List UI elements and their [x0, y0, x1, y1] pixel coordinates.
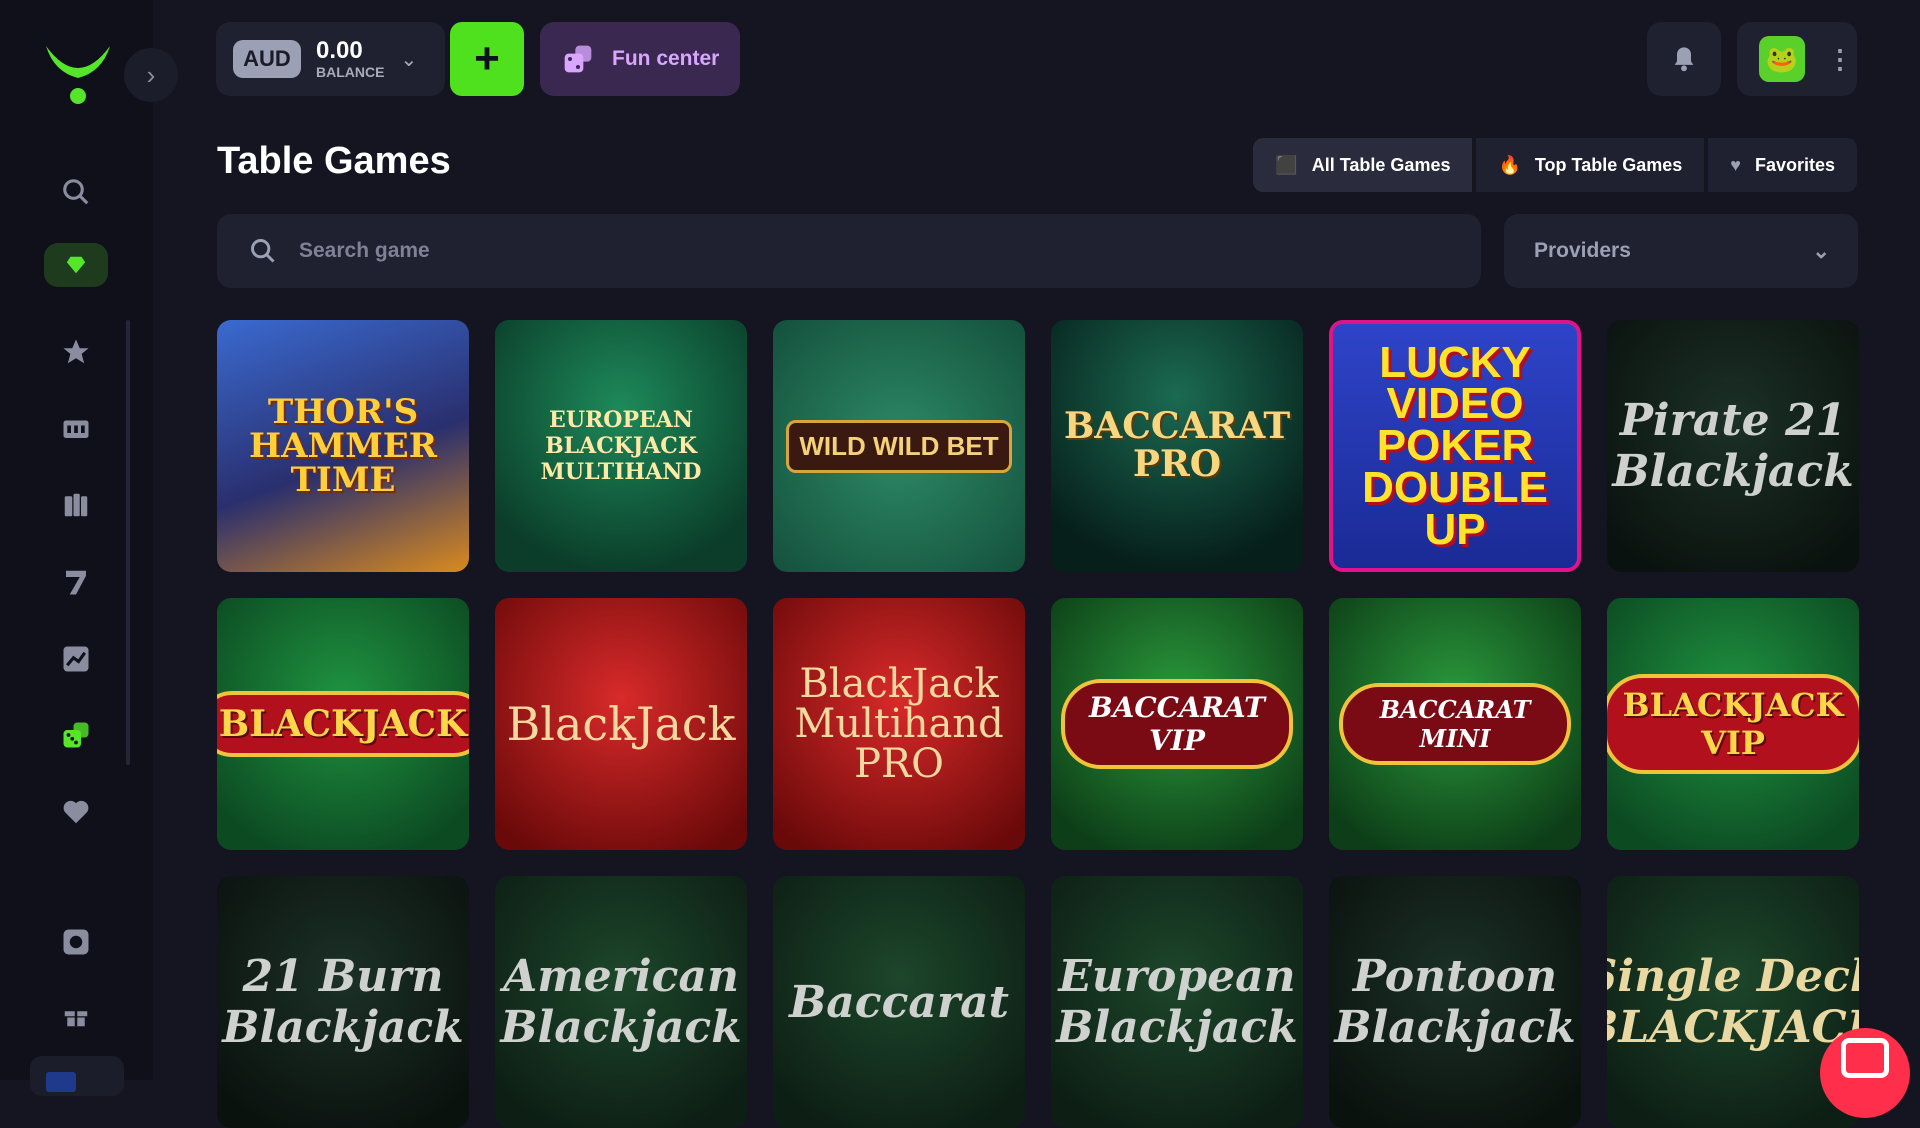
currency-badge: AUD	[233, 40, 301, 78]
game-tile[interactable]: Baccarat	[773, 876, 1025, 1128]
game-tile[interactable]: Pirate 21 Blackjack	[1607, 320, 1859, 572]
ball-icon[interactable]	[44, 920, 108, 964]
dice-icon: ⬛	[1275, 154, 1298, 175]
tab-top-table-games[interactable]: 🔥 Top Table Games	[1476, 138, 1705, 192]
gift-icon[interactable]	[44, 993, 108, 1037]
game-tile[interactable]: BACCARAT VIP	[1051, 598, 1303, 850]
page-title: Table Games	[217, 140, 451, 182]
deposit-button[interactable]: +	[450, 22, 524, 96]
logo-icon[interactable]	[42, 38, 114, 110]
search-input[interactable]	[299, 239, 1399, 263]
flame-icon: 🔥	[1498, 154, 1521, 175]
chart-icon[interactable]	[44, 637, 108, 681]
game-tile[interactable]: BLACKJACK VIP	[1607, 598, 1859, 850]
fun-center-button[interactable]: Fun center	[540, 22, 740, 96]
game-tile[interactable]: 21 Burn Blackjack	[217, 876, 469, 1128]
sidebar-toggle-button[interactable]: ›	[124, 48, 178, 102]
flag-icon	[46, 1072, 76, 1092]
bell-icon	[1674, 47, 1694, 72]
providers-label: Providers	[1534, 239, 1631, 262]
fun-center-label: Fun center	[612, 47, 720, 70]
gem-icon[interactable]	[44, 243, 108, 287]
game-tile[interactable]: EUROPEAN BLACKJACK MULTIHAND	[495, 320, 747, 572]
game-tile[interactable]: Single Deck BLACKJACK	[1607, 876, 1859, 1128]
filter-tabs: ⬛ All Table Games 🔥 Top Table Games ♥ Fa…	[1253, 138, 1857, 192]
search-icon	[251, 239, 275, 263]
language-selector[interactable]	[30, 1056, 124, 1096]
game-grid: THOR'S HAMMER TIME EUROPEAN BLACKJACK MU…	[217, 320, 1859, 1128]
tab-all-table-games[interactable]: ⬛ All Table Games	[1253, 138, 1473, 192]
dice-icon[interactable]	[44, 713, 108, 757]
game-tile[interactable]: LUCKY VIDEO POKER DOUBLE UP	[1329, 320, 1581, 572]
avatar[interactable]: 🐸	[1759, 36, 1805, 82]
slot-machine-icon[interactable]	[44, 406, 108, 450]
game-tile[interactable]: THOR'S HAMMER TIME	[217, 320, 469, 572]
game-tile[interactable]: Pontoon Blackjack	[1329, 876, 1581, 1128]
sidebar	[0, 0, 153, 1096]
chat-button[interactable]	[1820, 1028, 1910, 1118]
balance-selector[interactable]: AUD 0.00 BALANCE ⌄	[216, 22, 445, 96]
game-tile[interactable]: WILD WILD BET	[773, 320, 1025, 572]
chevron-down-icon: ⌄	[400, 48, 418, 71]
notifications-button[interactable]	[1647, 22, 1721, 96]
profile-menu[interactable]: 🐸 ⋮	[1737, 22, 1857, 96]
game-tile[interactable]: BLACKJACK	[217, 598, 469, 850]
game-tile[interactable]: BACCARAT MINI	[1329, 598, 1581, 850]
game-tile[interactable]: BlackJack Multihand PRO	[773, 598, 1025, 850]
more-icon[interactable]: ⋮	[1827, 44, 1853, 75]
game-tile[interactable]: BlackJack	[495, 598, 747, 850]
seven-icon[interactable]	[44, 560, 108, 604]
search-bar	[217, 214, 1481, 288]
tab-favorites[interactable]: ♥ Favorites	[1708, 138, 1857, 192]
heart-icon: ♥	[1730, 154, 1741, 175]
providers-dropdown[interactable]: Providers ⌄	[1504, 214, 1858, 288]
balance-label: BALANCE	[316, 64, 385, 80]
search-icon[interactable]	[44, 170, 108, 214]
game-tile[interactable]: European Blackjack	[1051, 876, 1303, 1128]
heart-icon[interactable]	[44, 790, 108, 834]
dealer-icon[interactable]	[44, 483, 108, 527]
star-icon[interactable]	[44, 330, 108, 374]
game-tile[interactable]: BACCARAT PRO	[1051, 320, 1303, 572]
chevron-right-icon: ›	[146, 59, 156, 90]
game-tile[interactable]: American Blackjack	[495, 876, 747, 1128]
sidebar-scrollbar[interactable]	[126, 320, 130, 765]
dice-icon	[564, 45, 592, 73]
balance-amount: 0.00	[316, 37, 363, 64]
chevron-down-icon: ⌄	[1812, 239, 1830, 263]
